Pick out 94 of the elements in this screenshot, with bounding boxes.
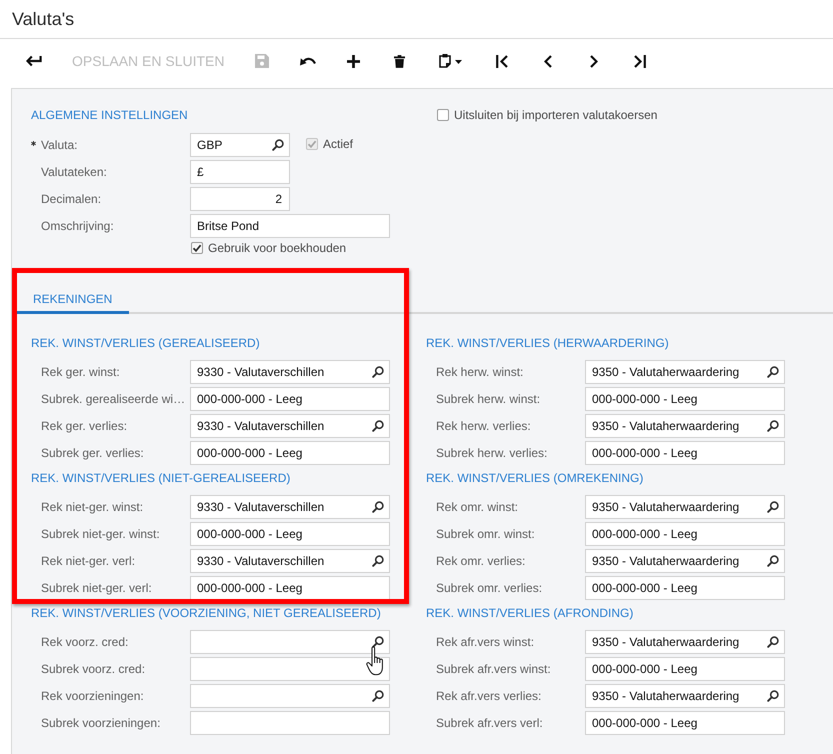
section-heading: REK. WINST/VERLIES (AFRONDING) (426, 605, 634, 621)
lookup-field[interactable]: 9350 - Valutaherwaardering (585, 495, 785, 519)
tab[interactable]: REKENINGEN (16, 284, 130, 314)
field-label: Rek ger. winst: (41, 364, 120, 380)
checkbox[interactable] (191, 242, 203, 254)
caret-down-icon[interactable] (455, 60, 462, 64)
lookup-field[interactable]: 9330 - Valutaverschillen (190, 414, 390, 438)
field-label: Rek herw. verlies: (436, 418, 531, 434)
text-field[interactable]: 000-000-000 - Leeg (190, 387, 390, 411)
field-label: Rek herw. winst: (436, 364, 524, 380)
plus-icon[interactable] (347, 54, 360, 68)
field-label: Rek niet-ger. verl: (41, 553, 136, 569)
section-heading: REK. WINST/VERLIES (HERWAARDERING) (426, 335, 670, 351)
back-arrow-icon[interactable] (26, 55, 42, 67)
chevron-right-icon[interactable] (590, 54, 598, 68)
text-field[interactable]: 000-000-000 - Leeg (585, 522, 785, 546)
field-label: Rek omr. winst: (436, 499, 518, 515)
text-field[interactable]: Britse Pond (190, 214, 390, 238)
search-icon[interactable] (372, 501, 384, 513)
search-icon[interactable] (767, 636, 779, 648)
field-label: Subrek ger. verlies: (41, 445, 144, 461)
undo-arrow-icon[interactable] (300, 56, 316, 66)
checkbox-label: Actief (323, 136, 354, 152)
search-icon[interactable] (767, 366, 779, 378)
clipboard-icon[interactable] (439, 54, 451, 68)
text-field[interactable]: 000-000-000 - Leeg (585, 657, 785, 681)
section-heading: REK. WINST/VERLIES (GEREALISEERD) (31, 335, 261, 351)
checkbox-label: Gebruik voor boekhouden (208, 240, 346, 256)
section-heading: REK. WINST/VERLIES (VOORZIENING, NIET GEREALISEERD) (31, 605, 382, 621)
lookup-field[interactable]: 9350 - Valutaherwaardering (585, 630, 785, 654)
hand-cursor-icon (366, 646, 386, 676)
text-field[interactable]: 000-000-000 - Leeg (585, 441, 785, 465)
chevron-right-bar-icon[interactable] (634, 54, 646, 68)
search-icon[interactable] (372, 366, 384, 378)
search-icon[interactable] (767, 690, 779, 702)
page-title: Valuta's (12, 8, 74, 30)
lookup-field[interactable] (190, 630, 390, 654)
search-icon[interactable] (767, 555, 779, 567)
lookup-field[interactable]: GBP (190, 133, 290, 157)
search-icon[interactable] (372, 636, 384, 648)
search-icon[interactable] (372, 690, 384, 702)
lookup-field[interactable]: 9350 - Valutaherwaardering (585, 360, 785, 384)
section-heading: REK. WINST/VERLIES (OMREKENING) (426, 470, 644, 486)
section-heading: REK. WINST/VERLIES (NIET-GEREALISEERD) (31, 470, 292, 486)
field-label: Subrek niet-ger. verl: (41, 580, 152, 596)
lookup-field[interactable]: 9350 - Valutaherwaardering (585, 414, 785, 438)
field-label: Subrek voorzieningen: (41, 715, 160, 731)
text-field[interactable]: 000-000-000 - Leeg (585, 387, 785, 411)
number-field[interactable]: 2 (190, 187, 290, 211)
field-label: Valutateken: (41, 164, 107, 180)
trash-icon[interactable] (394, 54, 405, 68)
field-label: Subrek omr. winst: (436, 526, 535, 542)
lookup-field[interactable]: 9350 - Valutaherwaardering (585, 684, 785, 708)
text-field[interactable]: 000-000-000 - Leeg (585, 711, 785, 735)
search-icon[interactable] (767, 420, 779, 432)
field-label: Decimalen: (41, 191, 102, 207)
lookup-field[interactable]: 9330 - Valutaverschillen (190, 549, 390, 573)
field-label: Subrek omr. verlies: (436, 580, 542, 596)
field-label: Rek afr.vers verlies: (436, 688, 542, 704)
field-label: Rek ger. verlies: (41, 418, 128, 434)
field-label: Omschrijving: (41, 218, 114, 234)
field-label: Rek voorz. cred: (41, 634, 128, 650)
field-label: Rek niet-ger. winst: (41, 499, 144, 515)
field-label: Subrek niet-ger. winst: (41, 526, 160, 542)
field-label: Rek voorzieningen: (41, 688, 144, 704)
search-icon[interactable] (372, 420, 384, 432)
search-icon[interactable] (767, 501, 779, 513)
text-field[interactable]: 000-000-000 - Leeg (190, 576, 390, 600)
text-field[interactable] (190, 711, 390, 735)
field-label: Subrek herw. winst: (436, 391, 540, 407)
checkbox[interactable] (437, 109, 449, 121)
lookup-field[interactable]: 9330 - Valutaverschillen (190, 495, 390, 519)
field-label: Subrek afr.vers verl: (436, 715, 543, 731)
field-label: Subrek herw. verlies: (436, 445, 548, 461)
text-field[interactable]: 000-000-000 - Leeg (585, 576, 785, 600)
search-icon[interactable] (272, 139, 284, 151)
field-label: Rek omr. verlies: (436, 553, 526, 569)
text-field[interactable]: £ (190, 160, 290, 184)
lookup-field[interactable] (190, 684, 390, 708)
lookup-field[interactable]: 9330 - Valutaverschillen (190, 360, 390, 384)
field-label: Subrek voorz. cred: (41, 661, 146, 677)
search-icon[interactable] (372, 555, 384, 567)
text-field[interactable] (190, 657, 390, 681)
lookup-field[interactable]: 9350 - Valutaherwaardering (585, 549, 785, 573)
chevron-left-icon[interactable] (544, 54, 552, 68)
field-label: Subrek afr.vers winst: (436, 661, 551, 677)
field-label: Subrek. gerealiseerde wi… (41, 391, 186, 407)
text-field[interactable]: 000-000-000 - Leeg (190, 522, 390, 546)
checkbox-label: Uitsluiten bij importeren valutakoersen (454, 107, 658, 123)
text-field[interactable]: 000-000-000 - Leeg (190, 441, 390, 465)
field-label: Rek afr.vers winst: (436, 634, 534, 650)
section-heading: ALGEMENE INSTELLINGEN (31, 107, 189, 123)
field-label: Valuta: (41, 137, 78, 153)
bar-chevron-left-icon[interactable] (496, 54, 508, 68)
